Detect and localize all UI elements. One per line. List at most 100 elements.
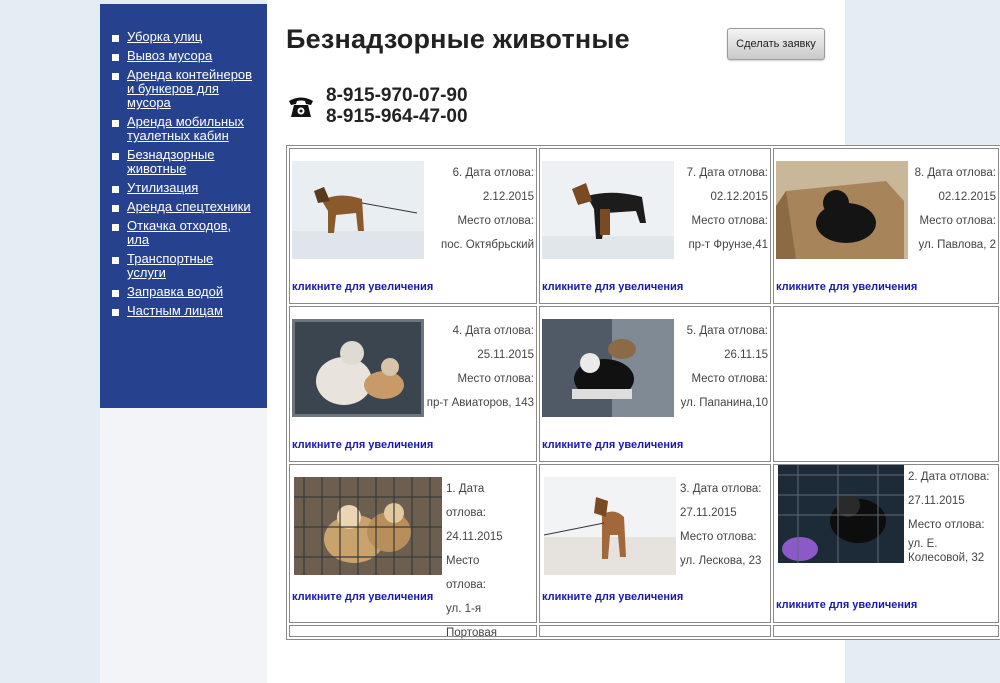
menu-link[interactable]: Вывоз мусора: [127, 49, 255, 63]
capture-place-label: Место отлова:: [908, 518, 985, 531]
capture-place-label: Место отлова:: [457, 215, 534, 227]
sidebar-below: [100, 408, 267, 683]
capture-info: 6. Дата отлова: 2.12.2015 Место отлова: пос…: [441, 161, 534, 257]
empty-cell: [773, 624, 999, 637]
empty-cell: [289, 624, 537, 637]
capture-info: 2. Дата отлова: 27.11.2015 Место отлова: ул…: [908, 465, 1000, 565]
menu-item: Вывоз мусора: [112, 49, 255, 63]
menu-item: Заправка водой: [112, 285, 255, 299]
capture-place: ул. 1-я Портовая: [446, 602, 497, 639]
animal-card: 7. Дата отлова: 02.12.2015 Место отлова: пр…: [539, 148, 771, 304]
capture-date: 25.11.2015: [477, 348, 534, 361]
animal-card: 5. Дата отлова: 26.11.15 Место отлова: ул. …: [539, 305, 771, 462]
animal-photo[interactable]: [292, 318, 424, 417]
capture-info: 1. Дата отлова: 24.11.2015 Место отлова: ул…: [446, 477, 516, 645]
page-title: Безнадзорные животные: [286, 24, 630, 54]
menu-link[interactable]: Транспортные услуги: [127, 252, 255, 280]
capture-place-label: Место отлова:: [691, 372, 768, 385]
capture-num-date: 3. Дата отлова:: [680, 482, 762, 495]
animals-grid: 6. Дата отлова: 2.12.2015 Место отлова: пос…: [286, 145, 1000, 640]
animal-photo[interactable]: [544, 476, 676, 575]
menu-list: Уборка улиц Вывоз мусора Аренда контейнеро…: [112, 30, 255, 318]
enlarge-link[interactable]: кликните для увеличения: [542, 591, 683, 603]
enlarge-link[interactable]: кликните для увеличения: [292, 439, 433, 451]
menu-link[interactable]: Уборка улиц: [127, 30, 255, 44]
menu-item: Транспортные услуги: [112, 252, 255, 280]
animal-card: 8. Дата отлова: 02.12.2015 Место отлова: ул…: [773, 148, 999, 304]
animal-card: 4. Дата отлова: 25.11.2015 Место отлова: пр…: [289, 305, 537, 462]
sidebar-menu: Уборка улиц Вывоз мусора Аренда контейнеро…: [100, 4, 267, 408]
animal-card: 1. Дата отлова: 24.11.2015 Место отлова: ул…: [289, 463, 537, 639]
empty-cell: [773, 305, 999, 462]
capture-date: 26.11.15: [724, 348, 768, 361]
capture-place: пр-т Авиаторов, 143: [426, 396, 534, 409]
capture-num-date: 4. Дата отлова:: [452, 324, 534, 337]
capture-place: ул. Павлова, 2: [918, 239, 996, 251]
menu-item: Аренда спецтехники: [112, 200, 255, 214]
menu-link[interactable]: Безнадзорные животные: [127, 148, 255, 176]
animal-photo[interactable]: [292, 161, 424, 259]
request-button[interactable]: Сделать заявку: [727, 28, 825, 60]
empty-cell: [539, 624, 771, 637]
menu-item: Безнадзорные животные: [112, 148, 255, 176]
menu-item: Утилизация: [112, 181, 255, 195]
capture-place: ул. Папанина,10: [680, 396, 768, 409]
capture-date: 02.12.2015: [710, 191, 768, 203]
phone-number-2: 8-915-964-47-00: [326, 106, 468, 127]
capture-place-label: Место отлова:: [680, 530, 757, 543]
capture-info: 5. Дата отлова: 26.11.15 Место отлова: ул. …: [681, 319, 768, 415]
enlarge-link[interactable]: кликните для увеличения: [776, 599, 917, 611]
animal-photo[interactable]: [542, 161, 674, 259]
menu-link[interactable]: Аренда контейнеров и бункеров для мусора: [127, 68, 255, 110]
menu-link[interactable]: Откачка отходов, ила: [127, 219, 255, 247]
enlarge-link[interactable]: кликните для увеличения: [542, 281, 683, 293]
capture-info: 3. Дата отлова: 27.11.2015 Место отлова: ул…: [680, 477, 766, 573]
capture-date: 27.11.2015: [680, 506, 737, 519]
menu-item: Аренда контейнеров и бункеров для мусора: [112, 68, 255, 110]
capture-info: 8. Дата отлова: 02.12.2015 Место отлова: ул…: [915, 161, 996, 257]
capture-num-date: 2. Дата отлова:: [908, 470, 990, 483]
menu-item: Откачка отходов, ила: [112, 219, 255, 247]
phone-number-1: 8-915-970-07-90: [326, 85, 468, 106]
capture-date: 24.11.2015: [446, 530, 503, 543]
animal-photo[interactable]: [776, 161, 908, 259]
enlarge-link[interactable]: кликните для увеличения: [542, 439, 683, 451]
menu-link[interactable]: Частным лицам: [127, 304, 255, 318]
animal-photo[interactable]: [778, 464, 904, 563]
animal-card: 3. Дата отлова: 27.11.2015 Место отлова: ул…: [539, 463, 771, 623]
capture-place: ул. Е. Колесовой, 32: [908, 537, 985, 564]
capture-date: 2.12.2015: [482, 191, 534, 203]
enlarge-link[interactable]: кликните для увеличения: [292, 281, 433, 293]
menu-item: Уборка улиц: [112, 30, 255, 44]
enlarge-link[interactable]: кликните для увеличения: [776, 281, 917, 293]
capture-info: 7. Дата отлова: 02.12.2015 Место отлова: пр…: [687, 161, 768, 257]
capture-place: пос. Октябрьский: [441, 239, 534, 251]
animal-card: 6. Дата отлова: 2.12.2015 Место отлова: пос…: [289, 148, 537, 304]
capture-place-label: Место отлова:: [691, 215, 768, 227]
capture-place-label: Место отлова:: [457, 372, 534, 385]
menu-link[interactable]: Аренда мобильных туалетных кабин: [127, 115, 255, 143]
capture-num-date: 7. Дата отлова:: [686, 167, 768, 179]
capture-place: пр-т Фрунзе,41: [688, 239, 768, 251]
capture-place-label: Место отлова:: [919, 215, 996, 227]
menu-item: Частным лицам: [112, 304, 255, 318]
menu-link[interactable]: Аренда спецтехники: [127, 200, 255, 214]
menu-link[interactable]: Заправка водой: [127, 285, 255, 299]
enlarge-link[interactable]: кликните для увеличения: [292, 591, 433, 603]
telephone-icon: [289, 97, 313, 117]
capture-date: 02.12.2015: [938, 191, 996, 203]
phone-numbers: 8-915-970-07-90 8-915-964-47-00: [326, 85, 468, 127]
capture-num-date: 8. Дата отлова:: [914, 167, 996, 179]
capture-place-label: Место отлова:: [446, 554, 486, 591]
capture-num-date: 1. Дата отлова:: [446, 482, 486, 519]
menu-link[interactable]: Утилизация: [127, 181, 255, 195]
capture-place: ул. Лескова, 23: [680, 554, 762, 567]
capture-num-date: 5. Дата отлова:: [686, 324, 768, 337]
animal-card: 2. Дата отлова: 27.11.2015 Место отлова: ул…: [773, 463, 1000, 623]
capture-date: 27.11.2015: [908, 494, 965, 507]
page-background-left: [0, 0, 100, 683]
animal-photo[interactable]: [542, 318, 674, 417]
menu-item: Аренда мобильных туалетных кабин: [112, 115, 255, 143]
capture-info: 4. Дата отлова: 25.11.2015 Место отлова: пр…: [427, 319, 534, 415]
animal-photo[interactable]: [294, 476, 442, 575]
